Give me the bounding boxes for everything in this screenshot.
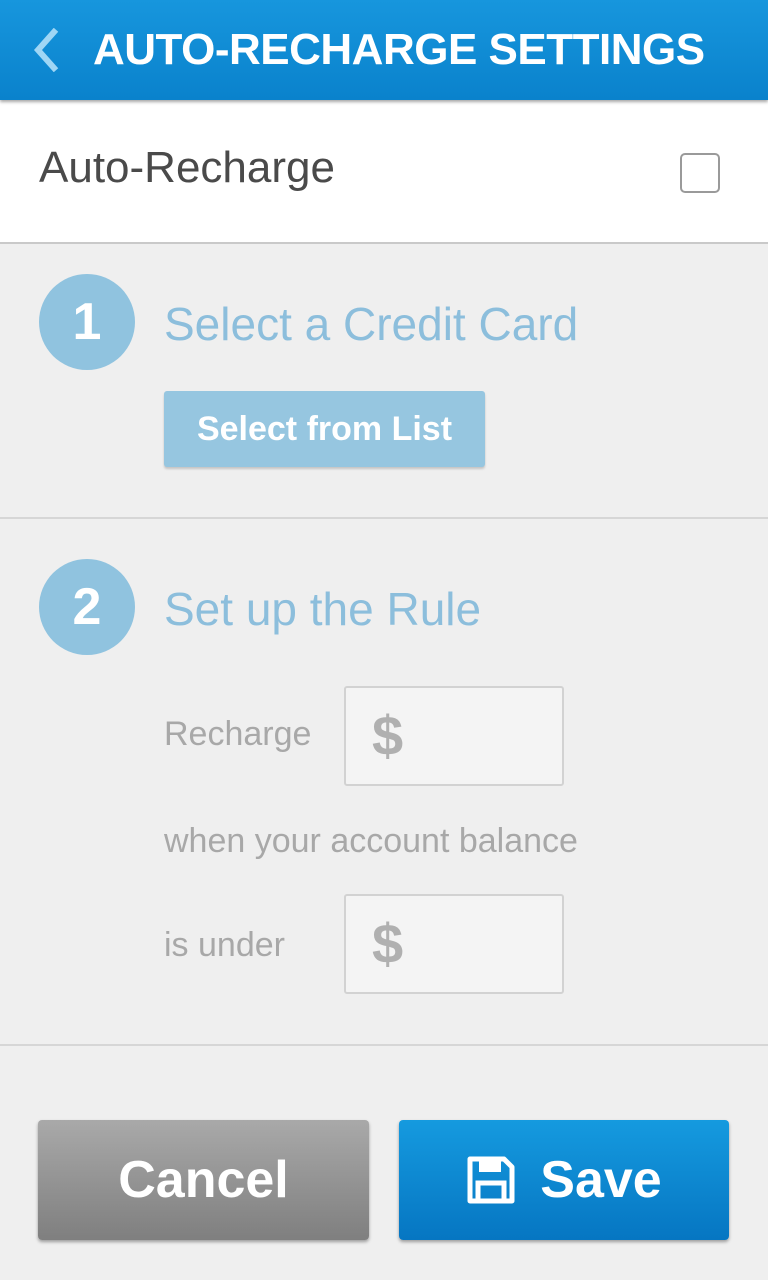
auto-recharge-row[interactable]: Auto-Recharge — [0, 100, 768, 244]
step-2-title: Set up the Rule — [164, 583, 482, 635]
cancel-button-label: Cancel — [118, 1151, 289, 1209]
balance-threshold-input[interactable]: $ — [344, 894, 564, 994]
save-button-label: Save — [540, 1151, 662, 1209]
auto-recharge-checkbox[interactable] — [680, 153, 720, 193]
step-2-badge: 2 — [39, 559, 135, 655]
back-button[interactable] — [20, 22, 70, 78]
floppy-disk-icon — [467, 1156, 515, 1204]
section-divider — [0, 517, 768, 519]
recharge-amount-input[interactable]: $ — [344, 686, 564, 786]
section-divider — [0, 1044, 768, 1046]
page-title: AUTO-RECHARGE SETTINGS — [93, 25, 705, 74]
chevron-left-icon — [33, 28, 59, 72]
save-button[interactable]: Save — [399, 1120, 729, 1240]
dollar-sign: $ — [372, 912, 404, 975]
select-from-list-button[interactable]: Select from List — [164, 391, 485, 467]
step-1-title: Select a Credit Card — [164, 298, 579, 350]
balance-text: when your account balance — [164, 822, 578, 860]
app-bar: AUTO-RECHARGE SETTINGS — [0, 0, 768, 100]
recharge-label: Recharge — [164, 715, 312, 753]
dollar-sign: $ — [372, 704, 404, 767]
cancel-button[interactable]: Cancel — [38, 1120, 369, 1240]
step-1-badge: 1 — [39, 274, 135, 370]
under-label: is under — [164, 926, 285, 964]
auto-recharge-label: Auto-Recharge — [39, 143, 335, 192]
